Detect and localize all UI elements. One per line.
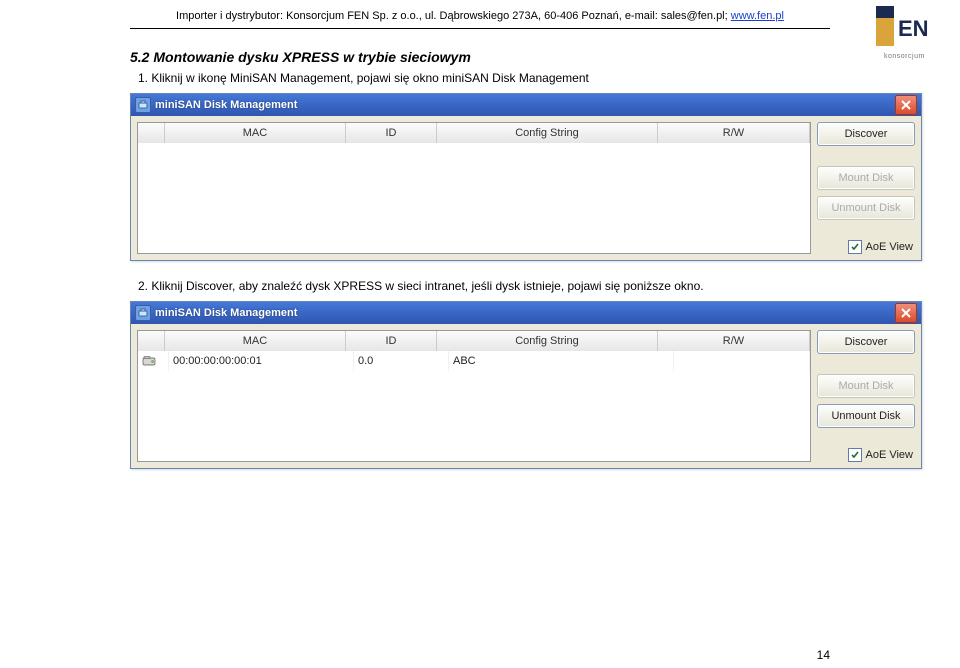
discover-button[interactable]: Discover — [817, 330, 915, 354]
svg-text:konsorcjum: konsorcjum — [884, 53, 925, 60]
close-icon — [901, 100, 911, 110]
cell-rw — [674, 351, 810, 371]
unmount-disk-button[interactable]: Unmount Disk — [817, 404, 915, 428]
cell-id: 0.0 — [354, 351, 449, 371]
window-title: miniSAN Disk Management — [155, 307, 895, 319]
col-icon[interactable] — [138, 123, 165, 143]
checkmark-icon — [851, 243, 859, 251]
page-number: 14 — [817, 648, 830, 662]
col-config-string[interactable]: Config String — [437, 123, 658, 143]
table-header: MAC ID Config String R/W — [138, 123, 810, 143]
minisan-window-empty: miniSAN Disk Management MAC ID Config St… — [130, 93, 922, 261]
close-button[interactable] — [895, 95, 917, 115]
disk-table: MAC ID Config String R/W 00:00:00:00:00:… — [137, 330, 811, 462]
titlebar[interactable]: miniSAN Disk Management — [131, 94, 921, 116]
cell-mac: 00:00:00:00:00:01 — [169, 351, 354, 371]
app-icon — [135, 97, 151, 113]
discover-button[interactable]: Discover — [817, 122, 915, 146]
col-id[interactable]: ID — [346, 331, 437, 351]
cell-config-string: ABC — [449, 351, 674, 371]
checkmark-icon — [851, 451, 859, 459]
aoe-view-checkbox[interactable] — [848, 448, 862, 462]
disk-table: MAC ID Config String R/W — [137, 122, 811, 254]
minisan-window-found: miniSAN Disk Management MAC ID Config St… — [130, 301, 922, 469]
mount-disk-button[interactable]: Mount Disk — [817, 374, 915, 398]
col-id[interactable]: ID — [346, 123, 437, 143]
step-1-text: 1. Kliknij w ikonę MiniSAN Management, p… — [158, 71, 830, 85]
close-button[interactable] — [895, 303, 917, 323]
col-mac[interactable]: MAC — [165, 331, 346, 351]
mount-disk-button[interactable]: Mount Disk — [817, 166, 915, 190]
page-header: Importer i dystrybutor: Konsorcjum FEN S… — [0, 0, 960, 26]
svg-text:EN: EN — [898, 16, 929, 41]
disk-icon — [142, 354, 156, 368]
aoe-view-label: AoE View — [866, 449, 914, 461]
aoe-view-label: AoE View — [866, 241, 914, 253]
table-row[interactable]: 00:00:00:00:00:01 0.0 ABC — [138, 351, 810, 371]
col-rw[interactable]: R/W — [658, 331, 810, 351]
aoe-view-row: AoE View — [817, 448, 915, 462]
table-header: MAC ID Config String R/W — [138, 331, 810, 351]
col-rw[interactable]: R/W — [658, 123, 810, 143]
header-link[interactable]: www.fen.pl — [731, 10, 784, 22]
close-icon — [901, 308, 911, 318]
fen-logo: EN konsorcjum — [876, 6, 946, 62]
window-title: miniSAN Disk Management — [155, 99, 895, 111]
step-2-text: 2. Kliknij Discover, aby znaleźć dysk XP… — [158, 279, 830, 293]
app-icon — [135, 305, 151, 321]
unmount-disk-button[interactable]: Unmount Disk — [817, 196, 915, 220]
header-text: Importer i dystrybutor: Konsorcjum FEN S… — [176, 10, 731, 22]
col-mac[interactable]: MAC — [165, 123, 346, 143]
titlebar[interactable]: miniSAN Disk Management — [131, 302, 921, 324]
col-icon[interactable] — [138, 331, 165, 351]
section-title: 5.2 Montowanie dysku XPRESS w trybie sie… — [130, 49, 830, 65]
aoe-view-checkbox[interactable] — [848, 240, 862, 254]
aoe-view-row: AoE View — [817, 240, 915, 254]
col-config-string[interactable]: Config String — [437, 331, 658, 351]
